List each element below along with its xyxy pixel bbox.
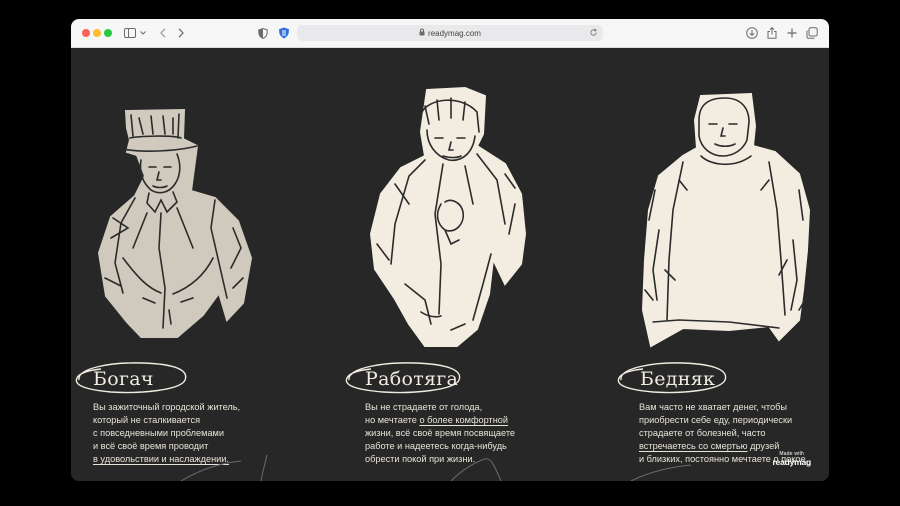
desc-line: который не сталкивается [93, 415, 201, 425]
download-icon[interactable] [745, 25, 759, 41]
minimize-window-button[interactable] [93, 29, 101, 37]
lock-icon [419, 28, 425, 38]
desc-line: Вам часто не хватает денег, чтобы [639, 402, 788, 412]
rich-man-illustration[interactable] [93, 88, 263, 338]
desc-line: с повседневными проблемами [93, 428, 225, 438]
desc-line: но мечтаете о более комфортной [365, 415, 509, 425]
poor-man-illustration[interactable] [639, 90, 819, 352]
underlined-phrase[interactable]: о более комфортной [419, 415, 508, 425]
close-window-button[interactable] [82, 29, 90, 37]
decorative-scribbles [180, 454, 692, 481]
address-bar[interactable]: readymag.com [297, 25, 603, 41]
reload-icon[interactable] [589, 28, 598, 39]
title-bogach: Богач [93, 368, 154, 390]
desc-line: жизни, всё своё время посвящаете [365, 428, 516, 438]
privacy-shield-icon[interactable] [257, 25, 269, 41]
desc-line: Вы не страдаете от голода, [365, 402, 483, 412]
title-bednyak: Бедняк [640, 368, 716, 390]
url-text: readymag.com [428, 28, 481, 38]
sidebar-icon[interactable] [123, 25, 137, 41]
back-icon[interactable] [157, 25, 169, 41]
new-tab-icon[interactable] [785, 25, 799, 41]
browser-window: readymag.com Богач Работяга Бедняк Вы за… [71, 19, 829, 481]
made-with-readymag-badge[interactable]: Made with readymag [772, 451, 811, 467]
share-icon[interactable] [765, 25, 779, 41]
chevron-down-icon[interactable] [139, 25, 147, 41]
browser-toolbar: readymag.com [71, 19, 829, 48]
zoom-window-button[interactable] [104, 29, 112, 37]
page-content: Богач Работяга Бедняк Вы зажиточный горо… [71, 48, 829, 481]
readymag-logo: readymag [772, 457, 811, 467]
forward-icon[interactable] [175, 25, 187, 41]
title-rabotyaga: Работяга [365, 368, 459, 390]
desc-line: Вы зажиточный городской житель, [93, 402, 241, 412]
extension-shield-icon[interactable] [277, 25, 291, 41]
desc-line: страдаете от болезней, часто [639, 428, 766, 438]
tab-overview-icon[interactable] [805, 25, 819, 41]
worker-illustration[interactable] [365, 84, 545, 352]
desc-line: приобрести себе еду, периодически [639, 415, 793, 425]
